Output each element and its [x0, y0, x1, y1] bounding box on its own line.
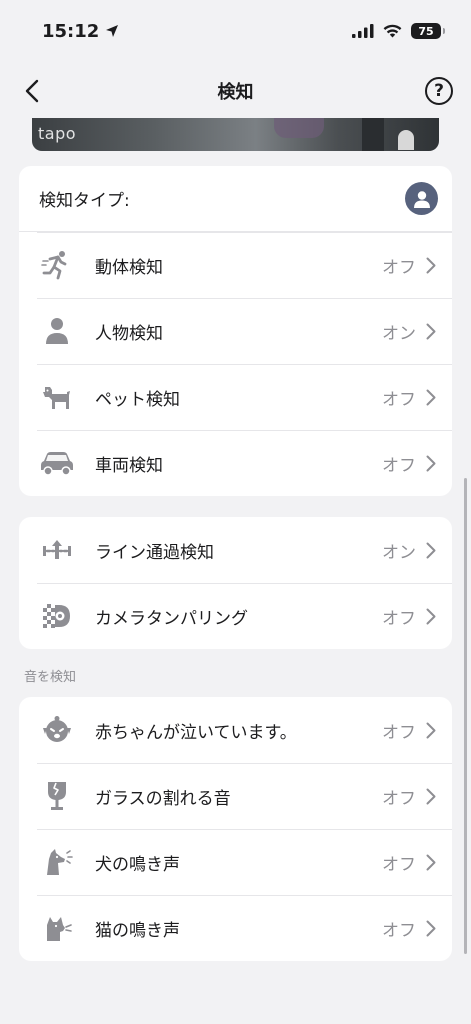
item-status: オフ [382, 608, 416, 629]
item-label: カメラタンパリング [95, 608, 248, 629]
item-status: オン [382, 542, 416, 563]
preview-object [398, 130, 414, 150]
running-person-icon [39, 247, 75, 283]
dog-bark-icon [39, 844, 75, 880]
item-status: オフ [382, 788, 416, 809]
item-label: ライン通過検知 [95, 542, 214, 563]
question-mark-icon: ? [434, 81, 444, 101]
list-item-glass-break[interactable]: ガラスの割れる音 オフ [19, 763, 452, 829]
item-label: 人物検知 [95, 323, 163, 344]
item-status: オフ [382, 455, 416, 476]
list-item-baby-crying[interactable]: 赤ちゃんが泣いています。 オフ [19, 697, 452, 763]
list-item-line-crossing[interactable]: ライン通過検知 オン [19, 517, 452, 583]
item-status: オフ [382, 920, 416, 941]
chevron-left-icon [25, 79, 39, 103]
wifi-icon [383, 24, 402, 38]
item-status: オン [382, 323, 416, 344]
preview-object [274, 118, 324, 138]
scrollbar[interactable] [464, 478, 467, 954]
sound-section-title: 音を検知 [24, 670, 77, 685]
list-item-vehicle-detection[interactable]: 車両検知 オフ [19, 430, 452, 496]
line-crossing-icon [39, 532, 75, 568]
nav-bar: 検知 ? [0, 62, 471, 120]
list-item-motion-detection[interactable]: 動体検知 オフ [19, 232, 452, 298]
detection-types-header: 検知タイプ: [19, 166, 452, 232]
sound-detection-card: 赤ちゃんが泣いています。 オフ ガラスの割れる音 オフ 犬の鳴き声 オフ 猫の鳴… [19, 697, 452, 961]
person-avatar-icon [405, 182, 438, 215]
chevron-right-icon [426, 256, 436, 274]
chevron-right-icon [426, 454, 436, 472]
chevron-right-icon [426, 787, 436, 805]
tapo-watermark: tapo [38, 124, 77, 143]
chevron-right-icon [426, 388, 436, 406]
chevron-right-icon [426, 607, 436, 625]
item-label: 猫の鳴き声 [95, 920, 180, 941]
battery-indicator: 75 [411, 23, 445, 39]
status-bar: 15:12 75 [0, 0, 471, 62]
help-button[interactable]: ? [425, 77, 453, 105]
person-icon [39, 313, 75, 349]
item-label: 赤ちゃんが泣いています。 [95, 722, 297, 743]
chevron-right-icon [426, 853, 436, 871]
broken-glass-icon [39, 778, 75, 814]
preview-object [362, 118, 384, 151]
item-label: ペット検知 [95, 389, 180, 410]
list-item-cat-meow[interactable]: 猫の鳴き声 オフ [19, 895, 452, 961]
detection-types-card: 検知タイプ: 動体検知 オフ 人物検知 オン ペット検知 オフ 車両検知 オフ [19, 166, 452, 496]
item-label: 動体検知 [95, 257, 163, 278]
item-status: オフ [382, 257, 416, 278]
location-arrow-icon [106, 25, 119, 37]
list-item-dog-bark[interactable]: 犬の鳴き声 オフ [19, 829, 452, 895]
list-item-camera-tampering[interactable]: カメラタンパリング オフ [19, 583, 452, 649]
time-text: 15:12 [42, 20, 100, 42]
advanced-detection-card: ライン通過検知 オン カメラタンパリング オフ [19, 517, 452, 649]
chevron-right-icon [426, 919, 436, 937]
camera-preview[interactable]: tapo [32, 118, 439, 151]
item-status: オフ [382, 854, 416, 875]
camera-tampering-icon [39, 598, 75, 634]
status-indicators: 75 [352, 23, 445, 39]
crying-baby-icon [39, 712, 75, 748]
battery-level: 75 [418, 24, 434, 38]
list-item-pet-detection[interactable]: ペット検知 オフ [19, 364, 452, 430]
chevron-right-icon [426, 541, 436, 559]
item-label: ガラスの割れる音 [95, 788, 231, 809]
signal-icon [352, 24, 374, 38]
page-title: 検知 [217, 82, 254, 103]
back-button[interactable] [18, 76, 46, 106]
chevron-right-icon [426, 322, 436, 340]
cat-meow-icon [39, 910, 75, 946]
chevron-right-icon [426, 721, 436, 739]
item-status: オフ [382, 722, 416, 743]
list-item-person-detection[interactable]: 人物検知 オン [19, 298, 452, 364]
detection-types-label: 検知タイプ: [39, 191, 130, 211]
dog-icon [39, 379, 75, 415]
item-label: 犬の鳴き声 [95, 854, 180, 875]
item-status: オフ [382, 389, 416, 410]
car-icon [39, 445, 75, 481]
item-label: 車両検知 [95, 455, 163, 476]
status-time: 15:12 [42, 21, 119, 42]
